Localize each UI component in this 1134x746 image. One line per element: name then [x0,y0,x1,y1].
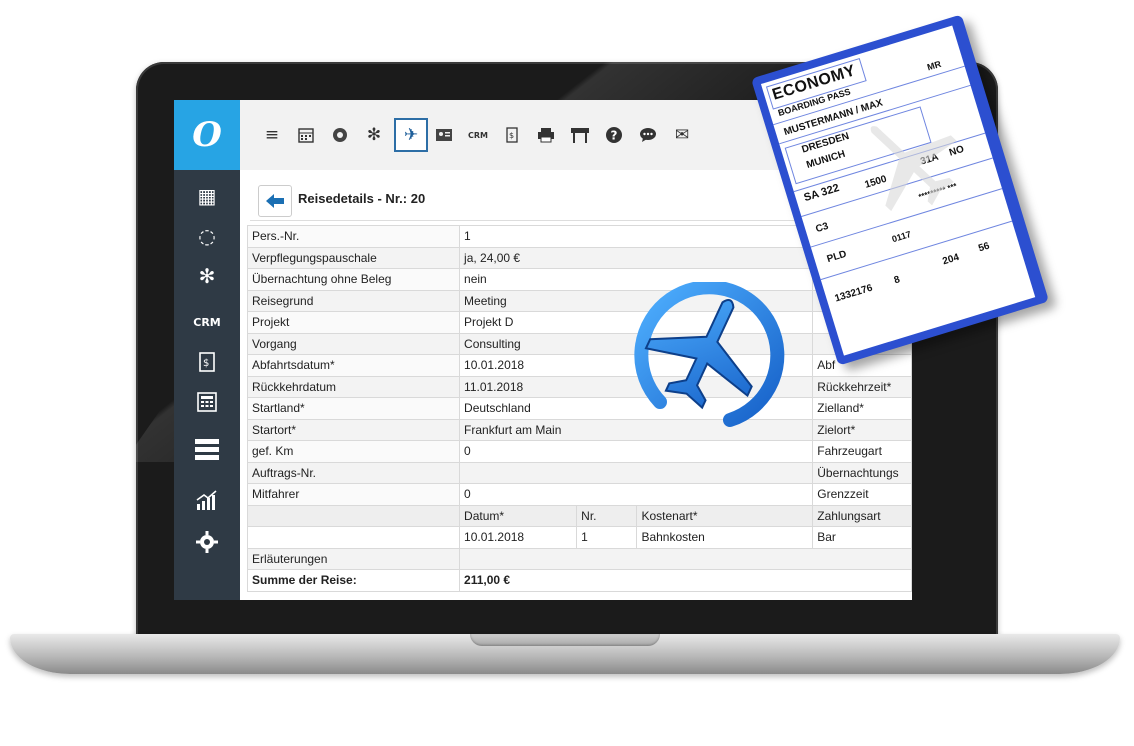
arrow-left-icon [266,194,284,208]
bug-icon[interactable]: ✻ [360,120,388,150]
table-row: Mitfahrer 0 Grenzzeit [246,483,912,506]
app-logo[interactable]: O [174,100,240,170]
row-label: Übernachtung ohne Beleg [246,268,461,291]
sidebar: O ▦ ◌ ✻ CRM $ [174,100,240,600]
row-label: Startort* [246,418,461,441]
cost-header-nr: Nr. [576,504,638,527]
ticket-number-56: 56 [977,240,991,255]
cost-kostenart: Bahnkosten [636,526,814,549]
row-label: Rückkehrdatum [246,375,461,398]
erlaeuterungen-row: Erläuterungen [246,547,912,570]
crm-icon[interactable]: CRM [174,304,240,340]
calendar-icon[interactable] [292,120,320,150]
cost-zahlungsart: Bar [812,526,912,549]
table-row: Vorgang Consulting [246,332,912,355]
cost-row: 10.01.2018 1 Bahnkosten Bar [246,526,912,549]
page-title: Reisedetails - Nr.: 20 [298,191,426,206]
plane-illustration [610,280,800,432]
chat-icon[interactable] [634,120,662,150]
table-row: Abfahrtsdatum* 10.01.2018 Abf [246,354,912,377]
table-row: Startort* Frankfurt am Main Zielort* [246,418,912,441]
row-value: 1 [459,225,814,248]
svg-text:?: ? [611,129,618,143]
ticket-number-204: 204 [941,251,961,268]
table-row: Reisegrund Meeting [246,289,912,312]
sum-label: Summe der Reise: [246,569,461,592]
laptop-notch [470,634,660,646]
calendar-icon[interactable]: ▦ [174,178,240,214]
row-right-label: Grenzzeit [812,483,912,506]
invoice-icon[interactable]: $ [498,120,526,150]
chart-icon[interactable] [174,482,240,518]
table-row: gef. Km 0 Fahrzeugart [246,440,912,463]
menu-icon[interactable]: ≡ [258,120,286,150]
cost-spacer [246,526,461,549]
row-label: Auftrags-Nr. [246,461,461,484]
row-right-label: Zielort* [812,418,912,441]
plane-icon[interactable]: ✈ [394,118,428,152]
row-label: Reisegrund [246,289,461,312]
cost-header-zahlungsart: Zahlungsart [812,504,912,527]
row-label: Pers.-Nr. [246,225,461,248]
row-value: 0 [459,483,814,506]
cost-header-row: Datum* Nr. Kostenart* Zahlungsart [246,504,912,527]
row-right-label: Fahrzeugart [812,440,912,463]
sum-row: Summe der Reise: 211,00 € [246,569,912,592]
row-right-label: Zielland* [812,397,912,420]
row-label: gef. Km [246,440,461,463]
row-value: 0 [459,440,814,463]
row-label: Projekt [246,311,461,334]
bug-icon[interactable]: ✻ [174,258,240,294]
back-button[interactable] [258,185,292,217]
pcs: PLD [825,248,848,266]
table-row: Rückkehrdatum 11.01.2018 Rückkehrzeit* [246,375,912,398]
row-label: Vorgang [246,332,461,355]
flight-number: SA 322 [802,182,841,205]
coin-icon[interactable] [326,120,354,150]
calculator-icon[interactable] [174,384,240,420]
document-number: 1332176 [833,282,874,305]
row-label: Startland* [246,397,461,420]
id-card-icon[interactable] [430,120,458,150]
menu-icon[interactable] [174,432,240,468]
svg-text:$: $ [509,131,514,140]
row-label: Mitfahrer [246,483,461,506]
row-value [459,461,814,484]
cost-datum: 10.01.2018 [459,526,578,549]
erlaeuterungen-label: Erläuterungen [246,547,461,570]
table-row: Startland* Deutschland Zielland* [246,397,912,420]
cost-header-datum: Datum* [459,504,578,527]
table-row: Projekt Projekt D [246,311,912,334]
ticket-number-8: 8 [892,274,902,287]
row-value: ja, 24,00 € [459,246,814,269]
table-row: Auftrags-Nr. Übernachtungs [246,461,912,484]
row-label: Abfahrtsdatum* [246,354,461,377]
cost-header-kostenart: Kostenart* [636,504,814,527]
mail-icon[interactable]: ✉ [668,120,696,150]
ticket-salutation: MR [925,58,943,73]
row-right-label: Übernachtungs [812,461,912,484]
invoice-icon[interactable]: $ [174,344,240,380]
barrier-icon[interactable] [566,120,594,150]
row-label: Verpflegungspauschale [246,246,461,269]
printer-icon[interactable] [532,120,560,150]
erlaeuterungen-value [459,547,912,570]
crm-icon[interactable]: CRM [464,120,492,150]
help-icon[interactable]: ? [600,120,628,150]
cost-spacer [246,504,461,527]
gear-icon[interactable] [174,524,240,560]
gate: C3 [814,220,830,236]
sum-value: 211,00 € [459,569,912,592]
row-right-label: Rückkehrzeit* [812,375,912,398]
cost-nr: 1 [576,526,638,549]
svg-text:$: $ [203,358,209,369]
circle-icon[interactable]: ◌ [174,218,240,254]
